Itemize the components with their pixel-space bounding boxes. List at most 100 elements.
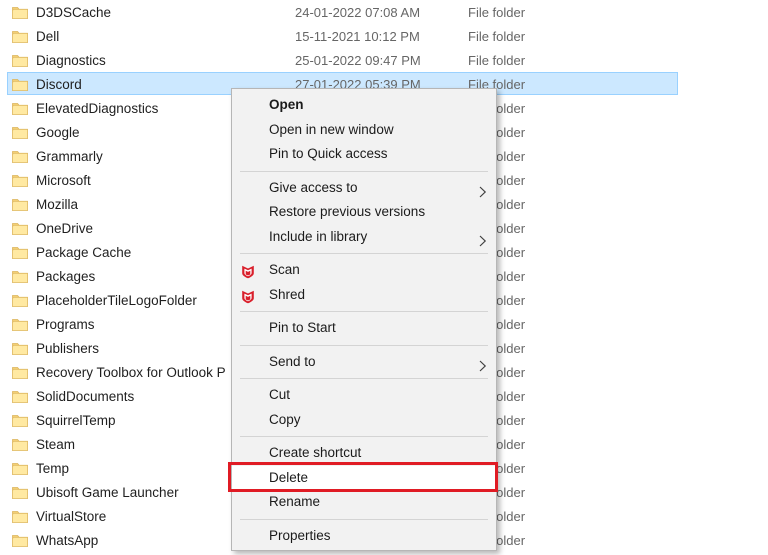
file-type: File folder — [468, 364, 526, 380]
menu-separator — [240, 170, 488, 172]
menu-item-give-access-to[interactable]: Give access to — [232, 176, 496, 201]
menu-item-label: Restore previous versions — [269, 204, 426, 219]
date-modified: 25-01-2022 09:47 PM — [295, 52, 421, 68]
file-type: File folder — [468, 484, 526, 500]
folder-icon — [0, 78, 36, 91]
folder-icon — [0, 30, 36, 43]
file-type: File folder — [468, 196, 526, 212]
menu-separator — [240, 311, 488, 312]
submenu-arrow-icon — [479, 231, 487, 256]
file-type: File folder — [468, 340, 526, 356]
menu-item-label: Delete — [269, 469, 309, 485]
submenu-arrow-icon — [479, 356, 487, 381]
menu-item-label: Open — [269, 97, 304, 112]
date-modified: 15-11-2021 10:12 PM — [295, 28, 420, 44]
folder-icon — [0, 150, 36, 163]
menu-item-label: Send to — [269, 353, 316, 369]
menu-separator — [240, 436, 488, 437]
menu-item-delete[interactable]: Delete — [232, 465, 496, 490]
menu-separator — [240, 253, 488, 254]
folder-icon — [0, 486, 36, 499]
context-menu: Open Open in new window Pin to Quick acces… — [231, 88, 497, 551]
menu-item-cut[interactable]: Cut — [232, 383, 496, 408]
menu-item-pin-to-quick-access[interactable]: Pin to Quick access — [232, 142, 496, 167]
folder-icon — [0, 366, 36, 379]
menu-item-create-shortcut[interactable]: Create shortcut — [232, 441, 496, 466]
folder-icon — [0, 6, 36, 19]
folder-icon — [0, 438, 36, 451]
menu-item-label: Copy — [269, 411, 301, 427]
menu-item-rename[interactable]: Rename — [232, 490, 496, 515]
file-type: File folder — [468, 412, 526, 428]
menu-item-label: Include in library — [269, 228, 368, 244]
folder-icon — [0, 390, 36, 403]
menu-item-copy[interactable]: Copy — [232, 408, 496, 433]
file-type: File folder — [468, 172, 526, 188]
folder-icon — [0, 294, 36, 307]
folder-icon — [0, 54, 36, 67]
menu-separator — [240, 344, 488, 346]
menu-item-label: Pin to Start — [269, 320, 336, 335]
menu-item-label: Scan — [269, 262, 300, 277]
menu-item-label: Rename — [269, 494, 321, 509]
menu-item-label: Create shortcut — [269, 445, 362, 460]
menu-item-include-in-library[interactable]: Include in library — [232, 225, 496, 250]
mcafee-shield-icon — [241, 263, 255, 279]
file-explorer-window: D3DSCache 24-01-2022 07:08 AM File folder D… — [0, 0, 768, 555]
folder-icon — [0, 318, 36, 331]
menu-separator — [240, 378, 488, 379]
file-type: File folder — [468, 460, 526, 476]
menu-item-label: Shred — [269, 286, 306, 302]
folder-name[interactable]: Diagnostics — [36, 53, 295, 68]
file-type: File folder — [468, 244, 526, 260]
file-type: File folder — [468, 292, 526, 308]
folder-name[interactable]: D3DSCache — [36, 5, 295, 20]
folder-icon — [0, 534, 36, 547]
file-type: File folder — [468, 4, 526, 20]
menu-item-label: Open in new window — [269, 121, 394, 137]
folder-icon — [0, 198, 36, 211]
file-type: File folder — [468, 28, 526, 44]
menu-item-scan[interactable]: Scan — [232, 258, 496, 283]
mcafee-shield-icon — [241, 288, 255, 303]
folder-row[interactable]: D3DSCache 24-01-2022 07:08 AM File folder — [0, 0, 768, 24]
file-type: File folder — [468, 316, 526, 332]
file-type: File folder — [468, 508, 526, 524]
folder-row[interactable]: Dell 15-11-2021 10:12 PM File folder — [0, 24, 768, 48]
menu-item-label: Cut — [269, 387, 291, 402]
menu-item-label: Give access to — [269, 179, 358, 195]
menu-item-restore-previous-versions[interactable]: Restore previous versions — [232, 200, 496, 225]
file-type: File folder — [468, 100, 526, 116]
date-modified: 24-01-2022 07:08 AM — [295, 4, 421, 20]
folder-icon — [0, 222, 36, 235]
menu-item-send-to[interactable]: Send to — [232, 350, 496, 375]
folder-icon — [0, 174, 36, 187]
menu-item-properties[interactable]: Properties — [232, 524, 496, 549]
menu-item-pin-to-start[interactable]: Pin to Start — [232, 316, 496, 341]
file-type: File folder — [468, 268, 526, 284]
folder-icon — [0, 414, 36, 427]
file-type: File folder — [468, 532, 526, 548]
file-type: File folder — [468, 148, 526, 164]
folder-icon — [0, 462, 36, 475]
folder-icon — [0, 126, 36, 139]
folder-row[interactable]: Diagnostics 25-01-2022 09:47 PM File folde… — [0, 48, 768, 72]
folder-icon — [0, 270, 36, 283]
menu-separator — [240, 518, 488, 520]
folder-icon — [0, 342, 36, 355]
file-type: File folder — [468, 76, 526, 92]
folder-icon — [0, 102, 36, 115]
menu-item-open[interactable]: Open — [232, 93, 496, 118]
menu-item-label: Properties — [269, 527, 331, 543]
folder-icon — [0, 246, 36, 259]
file-type: File folder — [468, 220, 526, 236]
file-type: File folder — [468, 124, 526, 140]
file-type: File folder — [468, 436, 526, 452]
folder-icon — [0, 510, 36, 523]
file-type: File folder — [468, 388, 526, 404]
file-type: File folder — [468, 52, 526, 68]
menu-item-open-in-new-window[interactable]: Open in new window — [232, 118, 496, 143]
menu-item-shred[interactable]: Shred — [232, 283, 496, 308]
menu-item-label: Pin to Quick access — [269, 146, 388, 161]
folder-name[interactable]: Dell — [36, 29, 295, 44]
